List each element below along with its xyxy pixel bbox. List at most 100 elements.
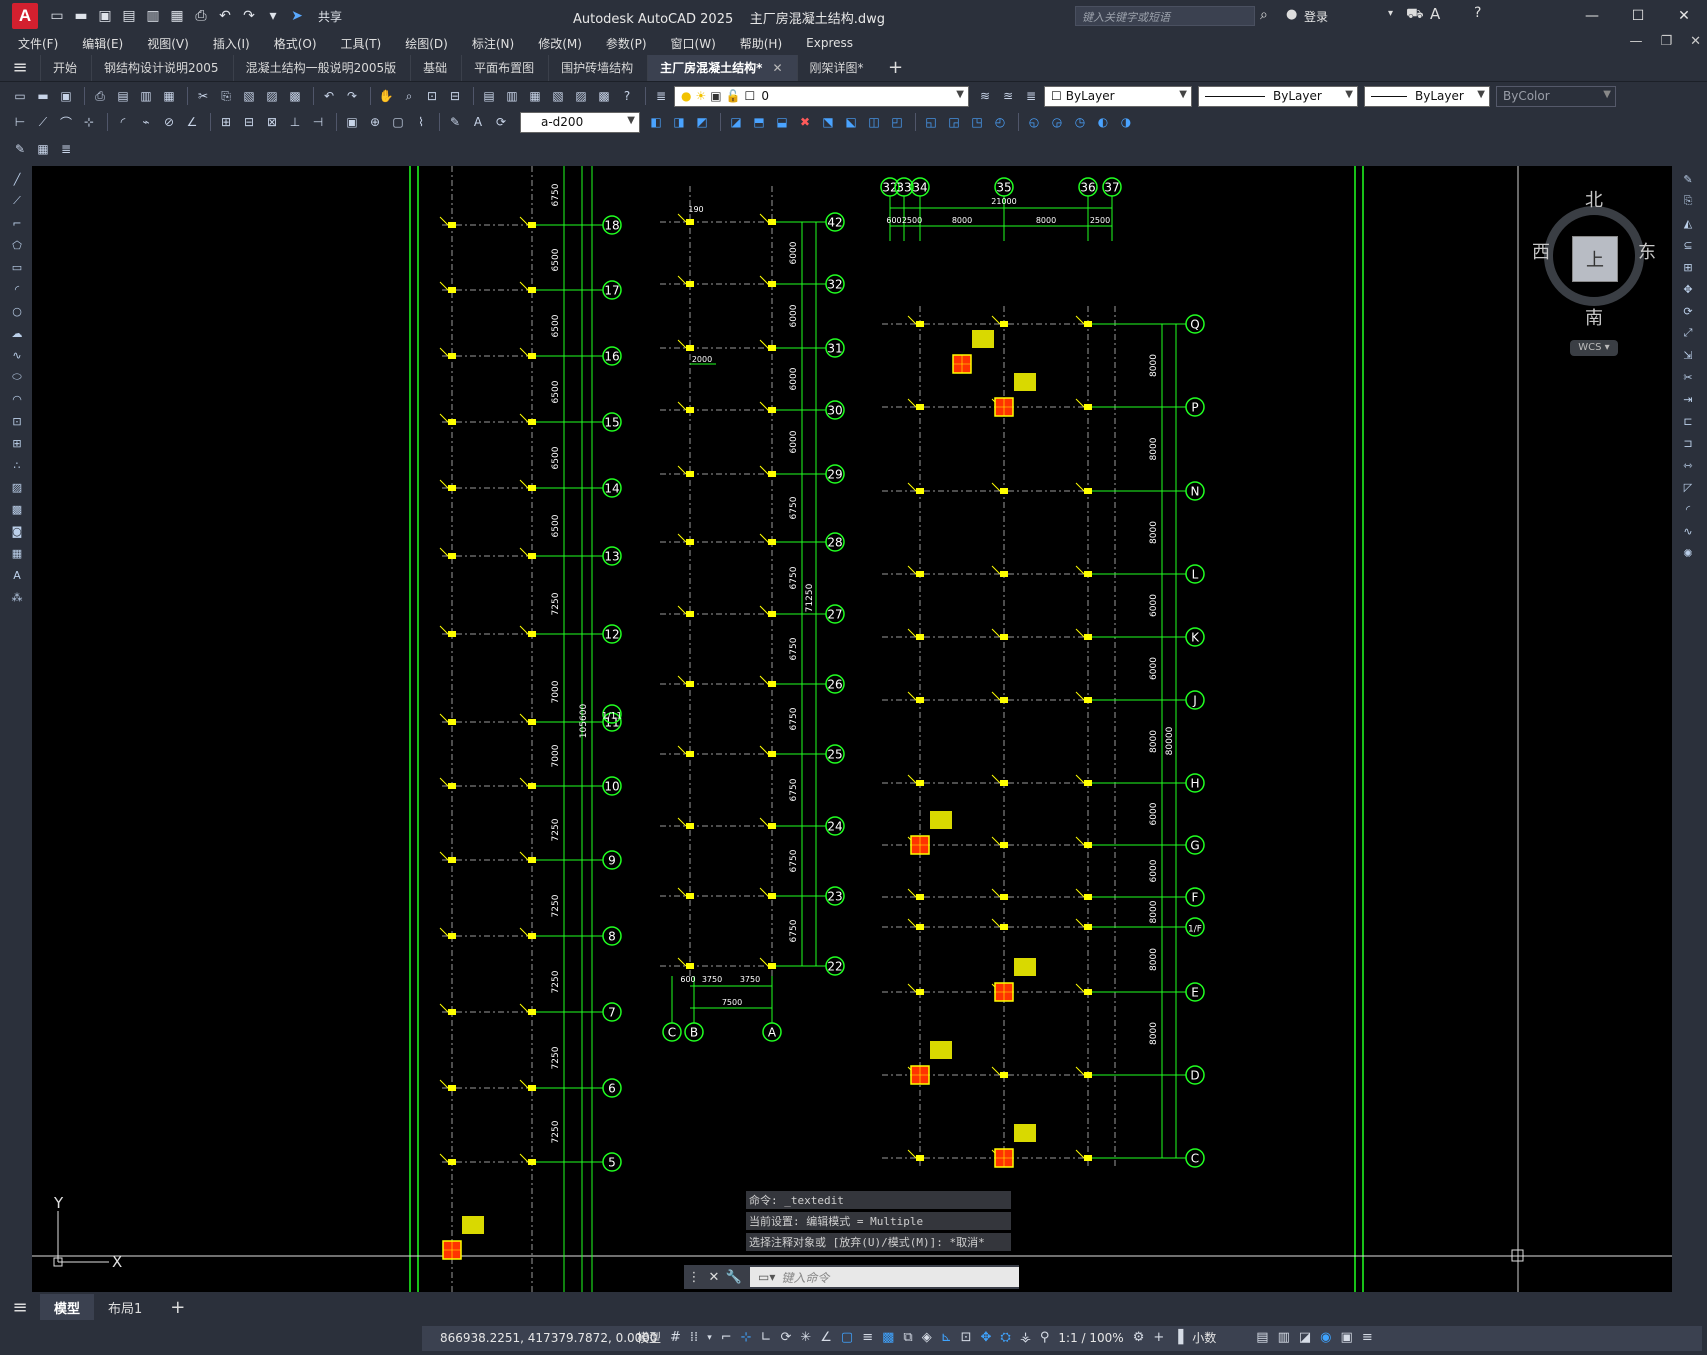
lights-icon[interactable]: ◴ — [990, 112, 1010, 132]
subtract-icon[interactable]: ✖ — [795, 112, 815, 132]
plotstyle-dropdown[interactable]: ByColor ▼ — [1496, 85, 1616, 107]
new-file-icon[interactable]: ▭ — [48, 7, 66, 25]
drawing-canvas[interactable]: Y X 18 6750 17 6500 16 6500 15 6500 14 6500 13 6500… — [32, 166, 1672, 1292]
zoom-window-icon[interactable]: ⊡ — [422, 86, 442, 106]
infer-constraints-icon[interactable]: ⌐ — [721, 1330, 732, 1345]
grid-icon[interactable]: # — [670, 1330, 681, 1345]
polyline-icon[interactable]: ⌐ — [8, 214, 26, 232]
arc-length-icon[interactable]: ⌒ — [56, 112, 76, 132]
3dprint-icon[interactable]: ▦ — [159, 86, 179, 106]
ortho-icon[interactable]: ∟ — [761, 1330, 772, 1345]
layer-dropdown[interactable]: ● ☀ ▣ 🔓 ☐ 0 ▼ — [674, 85, 969, 107]
pan-icon[interactable]: ✋ — [376, 86, 396, 106]
zoom-realtime-icon[interactable]: ⌕ — [399, 86, 419, 106]
lineweight-icon[interactable]: ≡ — [862, 1330, 873, 1345]
save-icon[interactable]: ▣ — [56, 86, 76, 106]
add-selected-icon[interactable]: ⁂ — [8, 588, 26, 606]
model-space-button[interactable]: 模型 — [637, 1329, 661, 1346]
center-mark-icon[interactable]: ⊕ — [365, 112, 385, 132]
autocad-logo-icon[interactable]: A — [12, 3, 38, 29]
aligned-dim-icon[interactable]: ⟋ — [33, 112, 53, 132]
publish-icon[interactable]: ▥ — [136, 86, 156, 106]
menu-help[interactable]: 帮助(H) — [728, 35, 794, 52]
help-icon[interactable]: ? — [617, 86, 637, 106]
layer-states-icon[interactable]: ≣ — [1021, 86, 1041, 106]
dim-space-icon[interactable]: ⊥ — [285, 112, 305, 132]
ordinate-dim-icon[interactable]: ⊹ — [79, 112, 99, 132]
fillet-icon[interactable]: ◜ — [1679, 500, 1697, 518]
units-readout[interactable]: 小数 — [1192, 1329, 1216, 1346]
ellipse-arc-icon[interactable]: ◠ — [8, 390, 26, 408]
isodraft-icon[interactable]: ✳ — [800, 1330, 811, 1345]
publish-icon[interactable]: ▥ — [144, 7, 162, 25]
stretch-icon[interactable]: ⇲ — [1679, 346, 1697, 364]
login-dropdown-icon[interactable]: ▾ — [1388, 8, 1393, 19]
menu-insert[interactable]: 插入(I) — [201, 35, 262, 52]
visual-style-icon[interactable]: ◱ — [921, 112, 941, 132]
sheet-set-icon[interactable]: ▧ — [548, 86, 568, 106]
transparency-icon[interactable]: ▩ — [882, 1330, 894, 1345]
polygon-icon[interactable]: ⬠ — [8, 236, 26, 254]
hatch-icon[interactable]: ▨ — [8, 478, 26, 496]
move-icon[interactable]: ✥ — [1679, 280, 1697, 298]
menu-draw[interactable]: 绘图(D) — [393, 35, 460, 52]
workspace-icon[interactable]: ⚙ — [1133, 1330, 1145, 1345]
selection-filter-icon[interactable]: ⊡ — [961, 1330, 972, 1345]
zoom-previous-icon[interactable]: ⊟ — [445, 86, 465, 106]
coordinate-readout[interactable]: 866938.2251, 417379.7872, 0.0000 — [440, 1331, 658, 1345]
close-icon[interactable]: ✕ — [1661, 0, 1707, 32]
copy-icon[interactable]: ⎘ — [216, 86, 236, 106]
viewcube-top-face[interactable]: 上 — [1572, 236, 1618, 282]
doc-restore-icon[interactable]: ❐ — [1660, 34, 1672, 49]
extend-icon[interactable]: ⇥ — [1679, 390, 1697, 408]
tool-palettes-icon[interactable]: ▦ — [525, 86, 545, 106]
extrude-icon[interactable]: ◪ — [726, 112, 746, 132]
walk-icon[interactable]: ◶ — [1047, 112, 1067, 132]
polar-icon[interactable]: ⟳ — [780, 1330, 791, 1345]
tab-layout1[interactable]: 布局1 — [94, 1294, 156, 1320]
circle-icon[interactable]: ○ — [8, 302, 26, 320]
erase-icon[interactable]: ✎ — [1679, 170, 1697, 188]
annotation-visibility-icon[interactable]: ⛭ — [1000, 1330, 1010, 1345]
annotation-scale-icon[interactable]: ⚲ — [1040, 1330, 1050, 1345]
menu-file[interactable]: 文件(F) — [0, 35, 70, 52]
export-icon[interactable]: ▦ — [168, 7, 186, 25]
snap-dropdown-icon[interactable]: ▾ — [707, 1333, 712, 1343]
jogged-dim-icon[interactable]: ⌁ — [136, 112, 156, 132]
wcs-menu[interactable]: WCS ▾ — [1570, 340, 1618, 356]
help-icon[interactable]: ? — [1474, 5, 1481, 21]
cart-icon[interactable]: ⛟ — [1406, 6, 1424, 24]
minimize-icon[interactable]: — — [1569, 0, 1615, 32]
solid-cone-icon[interactable]: ◩ — [692, 112, 712, 132]
orbit-icon[interactable]: ◐ — [1093, 112, 1113, 132]
menu-modify[interactable]: 修改(M) — [526, 35, 594, 52]
sweep-icon[interactable]: ⬓ — [772, 112, 792, 132]
layer-tool-icon[interactable]: ≣ — [56, 139, 76, 159]
menu-window[interactable]: 窗口(W) — [659, 35, 728, 52]
help-search-input[interactable]: 键入关键字或短语 — [1075, 6, 1255, 26]
share-label[interactable]: 共享 — [318, 8, 342, 25]
baseline-dim-icon[interactable]: ⊟ — [239, 112, 259, 132]
dim-text-edit-icon[interactable]: A — [468, 112, 488, 132]
section-icon[interactable]: ◰ — [887, 112, 907, 132]
union-icon[interactable]: ⬕ — [841, 112, 861, 132]
tab-start[interactable]: 开始 — [40, 54, 91, 81]
insert-block-icon[interactable]: ⊡ — [8, 412, 26, 430]
drawing-svg[interactable]: Y X 18 6750 17 6500 16 6500 15 6500 14 6500 13 6500… — [32, 166, 1672, 1292]
make-block-icon[interactable]: ⊞ — [8, 434, 26, 452]
rotate-icon[interactable]: ⟳ — [1679, 302, 1697, 320]
fly-icon[interactable]: ◷ — [1070, 112, 1090, 132]
properties-icon[interactable]: ▤ — [479, 86, 499, 106]
menu-tools[interactable]: 工具(T) — [329, 35, 394, 52]
color-dropdown[interactable]: ☐ ByLayer ▼ — [1044, 85, 1192, 107]
calculator-icon[interactable]: ▩ — [594, 86, 614, 106]
tab-plan-layout[interactable]: 平面布置图 — [461, 54, 548, 81]
quick-dim-icon[interactable]: ⊞ — [216, 112, 236, 132]
tab-concrete-notes[interactable]: 混凝土结构一般说明2005版 — [232, 54, 411, 81]
menu-format[interactable]: 格式(O) — [262, 35, 329, 52]
steering-wheel-icon[interactable]: ◑ — [1116, 112, 1136, 132]
command-customize-icon[interactable]: 🔧 — [724, 1270, 744, 1285]
continue-dim-icon[interactable]: ⊠ — [262, 112, 282, 132]
copy-object-icon[interactable]: ⎘ — [1679, 192, 1697, 210]
construction-line-icon[interactable]: ⟋ — [8, 192, 26, 210]
